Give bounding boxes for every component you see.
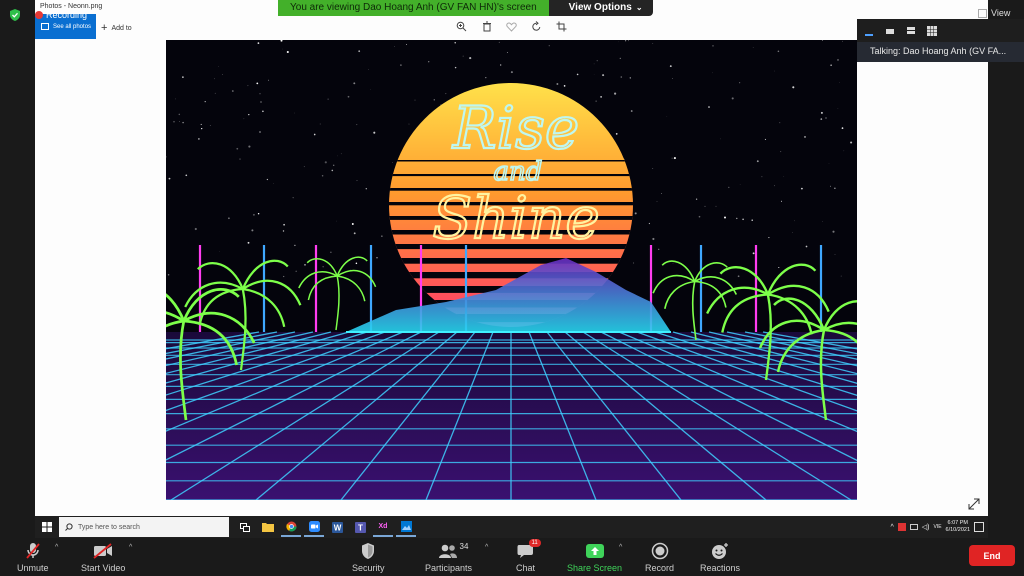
reactions-button[interactable]: Reactions	[700, 541, 740, 573]
recording-dot-icon	[35, 11, 43, 19]
photo-artwork: Rise and Shine	[166, 40, 857, 500]
shared-screen: Photos - Neonn.png Recording See all pho…	[0, 0, 1024, 538]
system-tray: ^ ◁) VIE 6:07 PM 6/10/2021	[890, 516, 984, 538]
recording-label: Recording	[46, 10, 88, 20]
volume-icon[interactable]: ◁)	[922, 523, 930, 531]
chat-label: Chat	[516, 563, 536, 573]
gallery-view-icon[interactable]	[926, 25, 938, 36]
video-layout-panel	[857, 19, 1024, 42]
svg-text:W: W	[333, 523, 341, 532]
reactions-label: Reactions	[700, 563, 741, 573]
start-video-button[interactable]: Start Video	[81, 541, 125, 573]
participants-label: Participants	[425, 563, 473, 573]
view-options-button[interactable]: View Options ⌄	[548, 0, 653, 16]
share-screen-label: Share Screen	[567, 563, 623, 573]
task-view-icon[interactable]	[235, 517, 255, 537]
record-button[interactable]: Record	[645, 541, 674, 573]
view-button[interactable]: View	[978, 8, 1010, 18]
security-shield-icon	[360, 541, 376, 561]
reactions-smiley-icon	[710, 541, 730, 561]
chat-button[interactable]: 11 Chat	[516, 539, 541, 573]
view-label: View	[991, 8, 1011, 18]
neon-photo: Rise and Shine	[166, 40, 857, 500]
video-off-icon	[93, 541, 113, 561]
single-video-icon[interactable]	[884, 26, 896, 36]
active-speaker-label: Talking: Dao Hoang Anh (GV FA...	[857, 42, 1024, 62]
zoom-icon[interactable]	[455, 20, 468, 33]
see-all-label: See all photos	[53, 23, 92, 30]
speaker-view-icon[interactable]	[905, 26, 917, 36]
minimize-video-icon[interactable]	[863, 26, 875, 36]
adobe-xd-icon[interactable]: Xd	[373, 517, 393, 537]
windows-logo-icon	[42, 522, 52, 532]
viewing-banner: You are viewing Dao Hoang Anh (GV FAN HN…	[278, 0, 653, 16]
video-options-caret-icon[interactable]: ^	[129, 544, 132, 551]
tray-app-icon[interactable]	[897, 523, 906, 531]
zoom-app-icon[interactable]	[304, 517, 324, 537]
start-video-label: Start Video	[81, 563, 126, 573]
record-label: Record	[645, 563, 675, 573]
delete-icon[interactable]	[480, 20, 493, 33]
taskbar-search-input[interactable]: Type here to search	[59, 517, 229, 537]
clock[interactable]: 6:07 PM 6/10/2021	[946, 520, 970, 534]
view-grid-icon	[978, 8, 987, 18]
share-screen-icon	[585, 541, 605, 561]
recording-indicator: Recording	[35, 10, 87, 20]
crop-icon[interactable]	[555, 20, 568, 33]
clock-time: 6:07 PM	[947, 520, 968, 526]
photos-window: Photos - Neonn.png Recording See all pho…	[35, 0, 988, 516]
tray-chevron-icon[interactable]: ^	[890, 524, 893, 531]
search-placeholder: Type here to search	[78, 523, 140, 531]
taskbar-apps: W T Xd	[235, 517, 416, 537]
chat-unread-badge: 11	[528, 539, 541, 547]
photos-icon	[41, 23, 49, 30]
add-to-button[interactable]: + Add to	[101, 22, 132, 34]
plus-icon: +	[101, 22, 108, 34]
add-to-label: Add to	[111, 24, 132, 32]
audio-options-caret-icon[interactable]: ^	[55, 544, 58, 551]
shield-icon	[10, 9, 20, 21]
share-options-caret-icon[interactable]: ^	[619, 544, 622, 551]
rotate-icon[interactable]	[530, 20, 543, 33]
favorite-icon[interactable]	[505, 20, 518, 33]
view-options-label: View Options	[568, 2, 632, 13]
participants-caret-icon[interactable]: ^	[485, 544, 488, 551]
notifications-icon[interactable]	[974, 522, 984, 532]
clock-date: 6/10/2021	[945, 527, 970, 533]
participants-icon: 34	[438, 541, 468, 561]
expand-icon[interactable]	[968, 498, 980, 510]
windows-start-button[interactable]	[35, 516, 59, 538]
participants-count: 34	[459, 542, 469, 551]
microphone-muted-icon	[25, 541, 41, 561]
record-icon	[651, 541, 669, 561]
svg-text:T: T	[358, 523, 363, 532]
meeting-controls: Unmute ^ Start Video ^ Security 34 Parti…	[0, 538, 1024, 576]
neon-text-rise: Rise	[452, 94, 579, 162]
language-indicator[interactable]: VIE	[933, 524, 941, 530]
unmute-button[interactable]: Unmute	[17, 541, 49, 573]
chat-icon: 11	[517, 539, 541, 561]
photos-app-icon[interactable]	[396, 517, 416, 537]
chrome-icon[interactable]	[281, 517, 301, 537]
file-explorer-icon[interactable]	[258, 517, 278, 537]
teams-icon[interactable]: T	[350, 517, 370, 537]
chevron-down-icon: ⌄	[635, 3, 643, 12]
word-icon[interactable]: W	[327, 517, 347, 537]
participants-button[interactable]: 34 Participants	[425, 541, 472, 573]
network-icon[interactable]	[909, 524, 918, 530]
viewing-banner-text: You are viewing Dao Hoang Anh (GV FAN HN…	[278, 0, 549, 16]
share-screen-button[interactable]: Share Screen	[567, 541, 622, 573]
photo-toolbar	[455, 20, 568, 33]
windows-taskbar: Type here to search W T Xd ^ ◁) VIE 6:07…	[35, 516, 988, 538]
neon-text-and: and	[494, 157, 543, 187]
search-icon	[65, 523, 73, 531]
security-button[interactable]: Security	[352, 541, 385, 573]
end-meeting-button[interactable]: End	[969, 545, 1015, 566]
unmute-label: Unmute	[17, 563, 49, 573]
security-label: Security	[352, 563, 385, 573]
neon-text-shine: Shine	[432, 184, 599, 252]
